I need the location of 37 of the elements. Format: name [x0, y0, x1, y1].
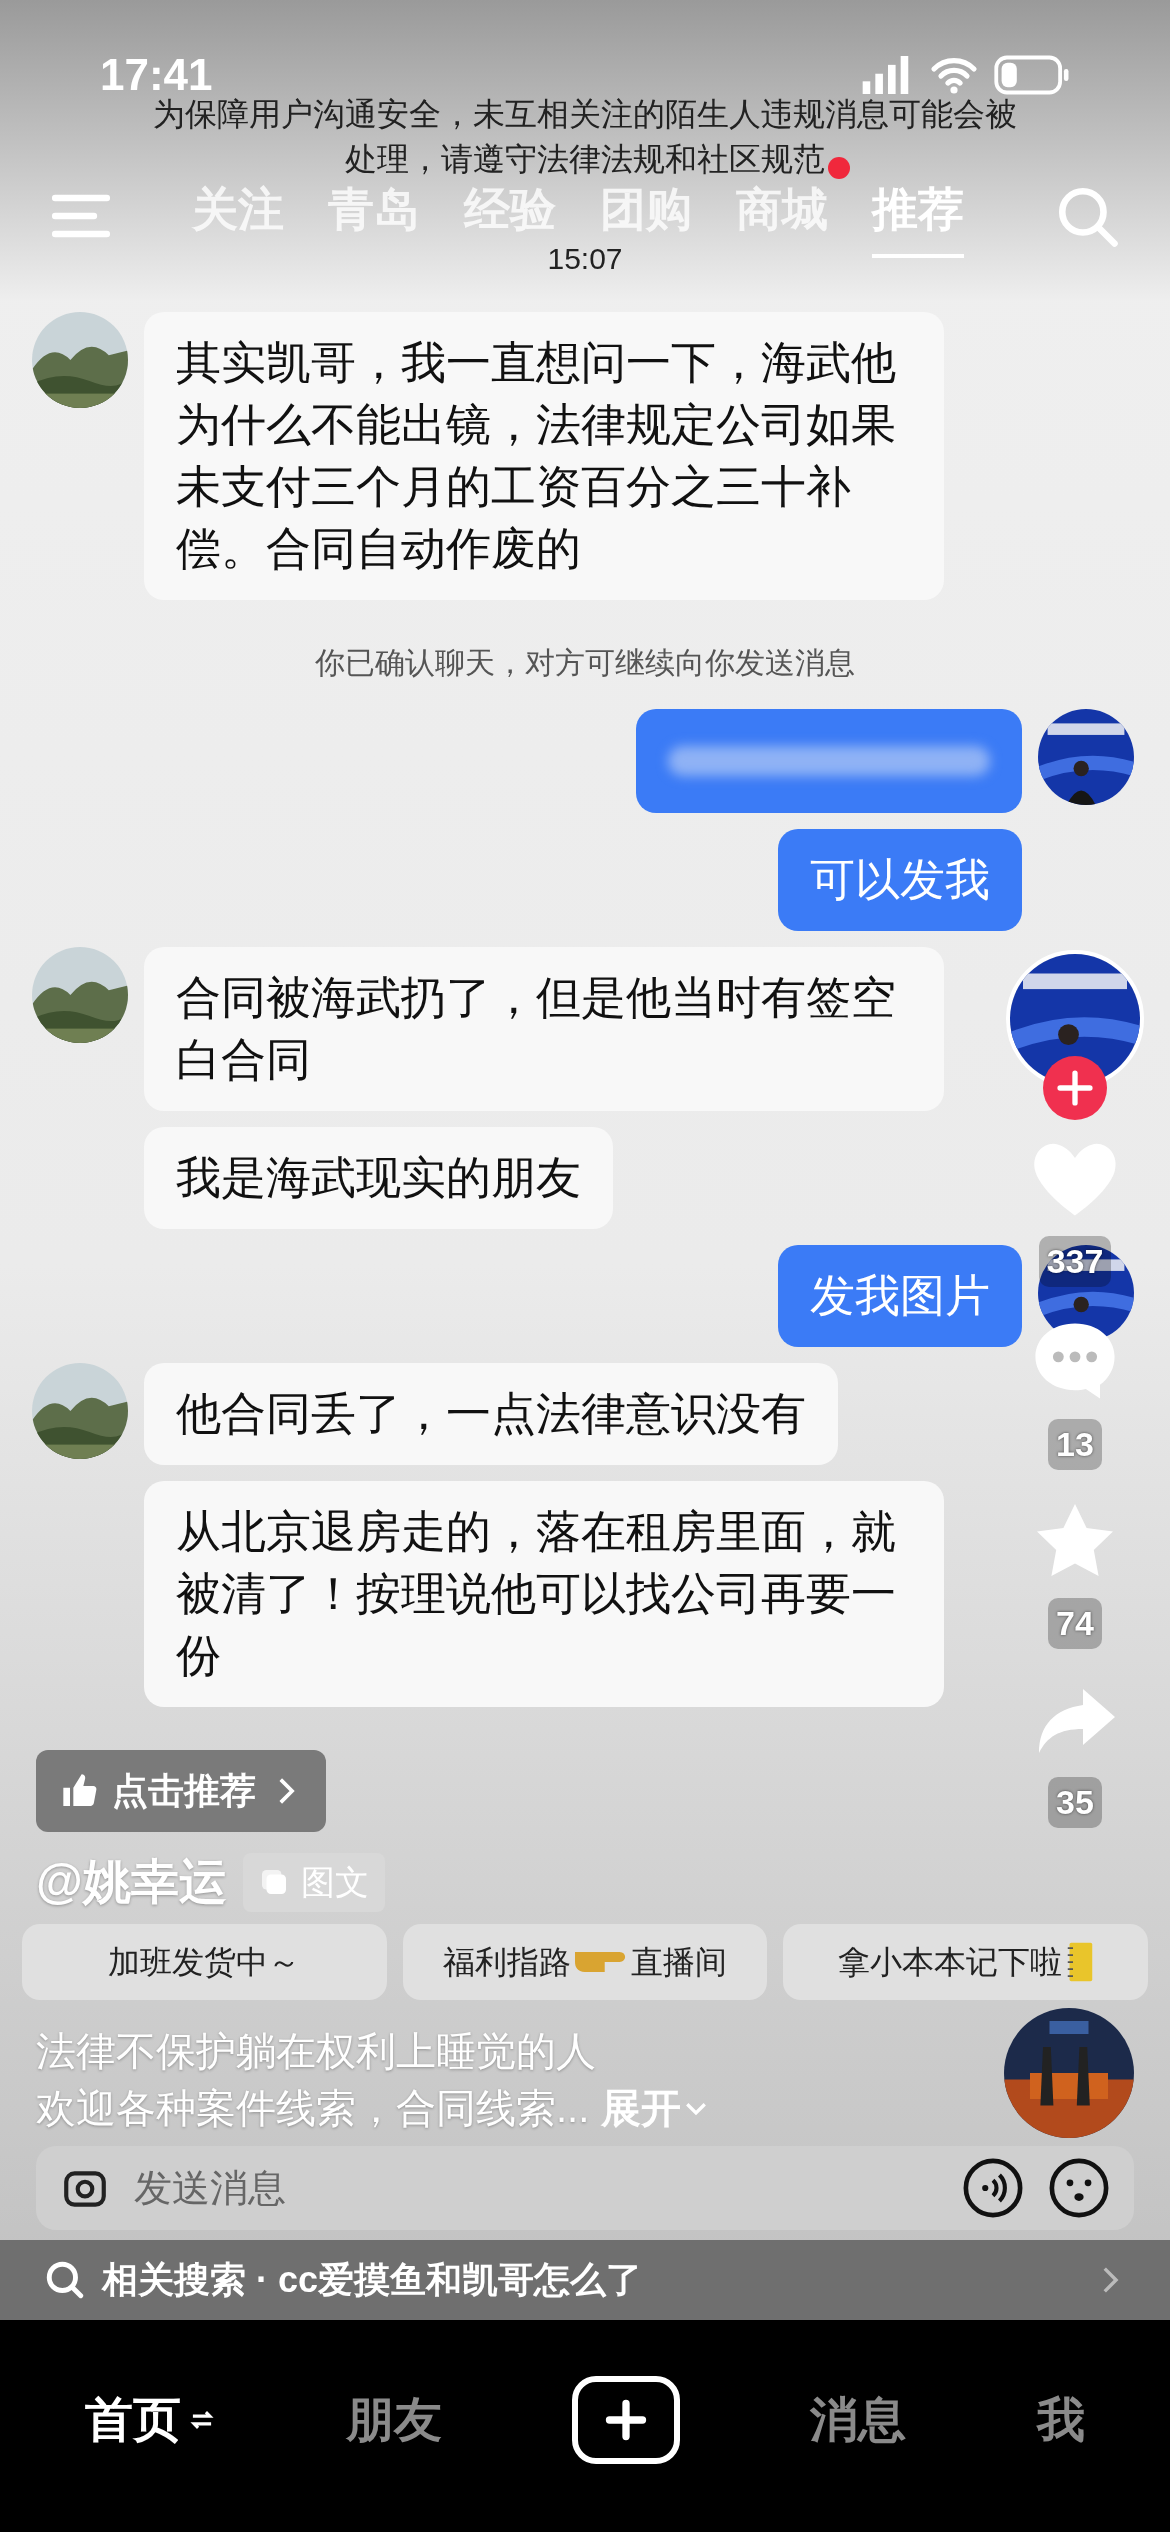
chip-label: 直播间 [631, 1943, 727, 1982]
message-bubble: 其实凯哥，我一直想问一下，海武他为什么不能出镜，法律规定公司如果未支付三个月的工资百分之三十补偿。合同自动作废的 [144, 312, 944, 600]
pointing-hand-icon [575, 1952, 627, 1972]
message-bubble: 合同被海武扔了，但是他当时有签空白合同 [144, 947, 944, 1111]
count-label: 13 [1048, 1419, 1102, 1470]
suggestion-chip[interactable]: 福利指路 直播间 [402, 1924, 768, 2000]
suggestion-chip[interactable]: 加班发货中～ [22, 1924, 387, 2000]
plus-icon [603, 2398, 648, 2442]
create-button[interactable] [571, 2376, 680, 2464]
search-icon [44, 2259, 86, 2301]
nav-tab[interactable]: 消息 [810, 2376, 907, 2464]
nav-tab[interactable]: 首页 [85, 2376, 216, 2464]
emoji-icon[interactable] [1048, 2157, 1110, 2219]
message-bubble: 发我图片 [778, 1245, 1022, 1347]
message-bubble: 从北京退房走的，落在租房里面，就被清了！按理说他可以找公司再要一份 [144, 1481, 944, 1707]
message-field[interactable]: 发送消息 [36, 2146, 1134, 2230]
system-message: 你已确认聊天，对方可继续向你发送消息 [315, 645, 855, 681]
suggestion-chip[interactable]: 拿小本本记下啦 [783, 1924, 1148, 2000]
related-search-bar[interactable]: 相关搜索 · cc爱摸鱼和凯哥怎么了 [0, 2240, 1170, 2320]
message-input[interactable]: 发送消息 [134, 2159, 938, 2217]
notebook-icon [1065, 1940, 1094, 1984]
message-bubble: 可以发我 [778, 829, 1022, 931]
chip-label: 拿小本本记下啦 [837, 1943, 1062, 1982]
count-label: 35 [1048, 1777, 1102, 1828]
message-bubble: 我是海武现实的朋友 [144, 1127, 613, 1229]
follow-plus-icon[interactable] [1043, 1056, 1107, 1120]
battery-icon [994, 55, 1070, 95]
nav-tab[interactable]: 朋友 [345, 2376, 442, 2464]
wifi-icon [930, 55, 978, 95]
chip-label: 福利指路 [443, 1943, 571, 1982]
nav-tab[interactable]: 我 [1036, 2376, 1085, 2464]
chip-label: 加班发货中～ [108, 1943, 301, 1982]
message-bubble: 他合同丢了，一点法律意识没有 [144, 1363, 838, 1465]
recommend-button[interactable]: 点击推荐 [36, 1750, 326, 1832]
count-label: 74 [1048, 1598, 1102, 1649]
voice-icon[interactable] [962, 2157, 1024, 2219]
chat-time: 15:07 [547, 241, 623, 277]
